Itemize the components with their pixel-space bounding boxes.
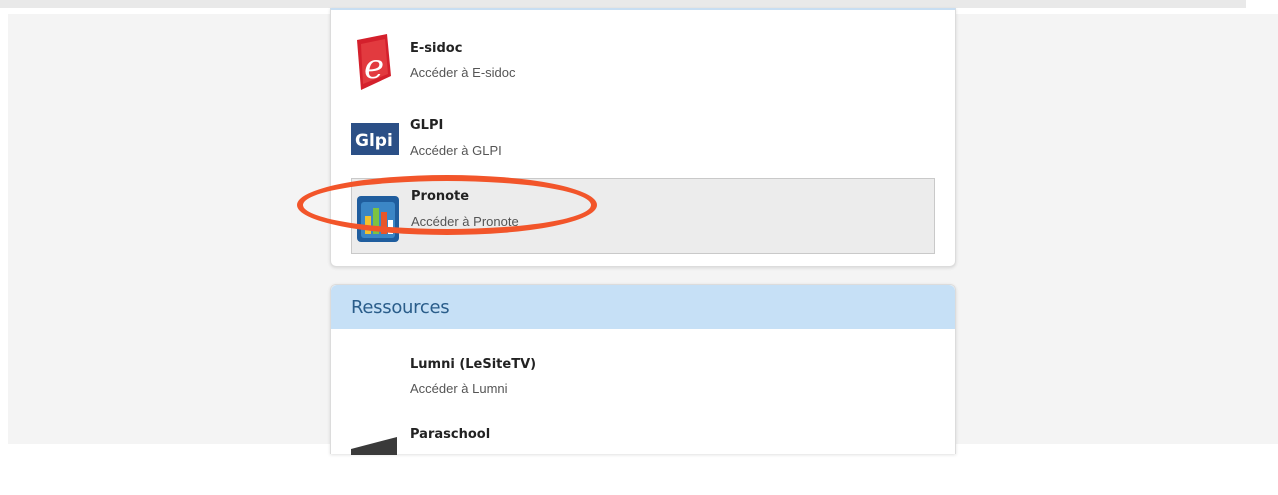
resource-title: Lumni (LeSiteTV) <box>410 357 537 372</box>
glpi-logo-icon: Glpi <box>351 123 399 155</box>
esidoc-logo-icon: e <box>351 32 399 90</box>
app-title: GLPI <box>410 118 444 133</box>
app-item-glpi[interactable]: Glpi GLPI Accéder à GLPI <box>351 108 935 182</box>
resources-header: Ressources <box>331 285 955 329</box>
resource-item-lumni[interactable]: Lumni (LeSiteTV) Accéder à Lumni <box>351 351 935 425</box>
app-item-esidoc[interactable]: e E-sidoc Accéder à E-sidoc <box>351 32 935 106</box>
app-title: Pronote <box>411 189 470 204</box>
pronote-logo-icon <box>355 194 401 244</box>
svg-text:e: e <box>364 47 384 87</box>
top-bar <box>0 0 1246 8</box>
app-item-pronote[interactable]: Pronote Accéder à Pronote <box>351 178 935 254</box>
app-subtitle: Accéder à E-sidoc <box>410 65 516 80</box>
applications-panel: e E-sidoc Accéder à E-sidoc Glpi GLPI Ac… <box>330 8 956 267</box>
resources-panel: Ressources Lumni (LeSiteTV) Accéder à Lu… <box>330 284 956 455</box>
app-title: E-sidoc <box>410 41 463 56</box>
resource-title: Paraschool <box>410 427 491 442</box>
svg-text:Glpi: Glpi <box>355 131 393 151</box>
resource-item-paraschool[interactable]: Paraschool <box>351 421 935 495</box>
app-subtitle: Accéder à GLPI <box>410 143 502 158</box>
app-subtitle: Accéder à Pronote <box>411 214 519 229</box>
resource-subtitle: Accéder à Lumni <box>410 381 508 396</box>
paraschool-logo-icon <box>351 435 399 455</box>
